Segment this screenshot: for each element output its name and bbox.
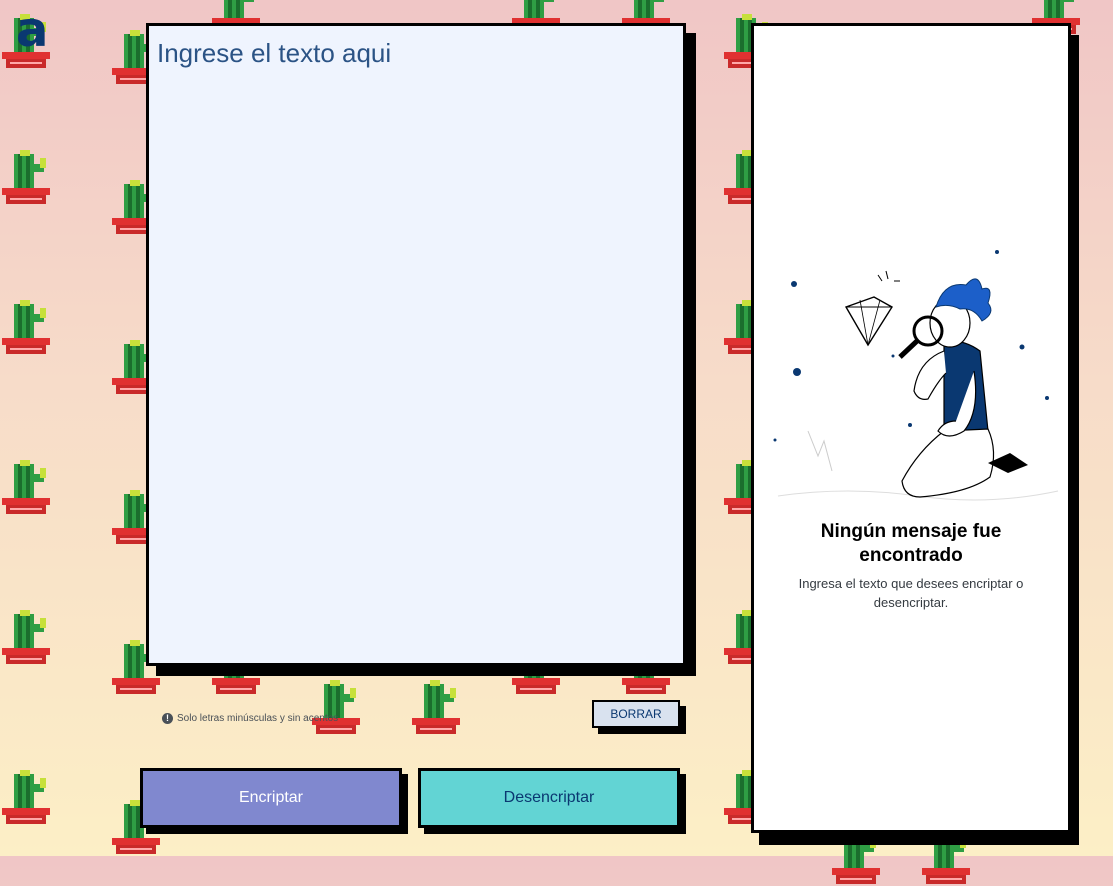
exclamation-circle-icon: ! [162,713,173,724]
logo: a [16,2,49,58]
hint-text: Solo letras minúsculas y sin acentos [177,713,339,724]
output-description: Ingresa el texto que desees encriptar o … [798,576,1024,610]
decrypt-button[interactable]: Desencriptar [418,768,680,828]
clear-button-container: BORRAR [592,700,686,734]
output-panel: Ningún mensaje fue encontrado Ingresa el… [751,23,1071,833]
decrypt-button-container: Desencriptar [418,768,686,834]
cactus-icon [2,610,50,664]
encrypt-button-container: Encriptar [140,768,408,834]
cactus-icon [2,460,50,514]
cactus-icon [2,770,50,824]
cactus-icon [2,150,50,204]
encrypt-button[interactable]: Encriptar [140,768,402,828]
person-with-magnifier-illustration [773,250,1059,501]
output-panel-container: Ningún mensaje fue encontrado Ingresa el… [751,23,1079,845]
cactus-icon [2,300,50,354]
message-input[interactable] [146,23,686,666]
output-title: Ningún mensaje fue encontrado [820,521,1002,566]
cactus-icon [412,680,460,734]
clear-button[interactable]: BORRAR [592,700,680,728]
cactus-icon [312,680,360,734]
editor-container [146,23,696,676]
input-hint: ! Solo letras minúsculas y sin acentos [162,713,338,724]
